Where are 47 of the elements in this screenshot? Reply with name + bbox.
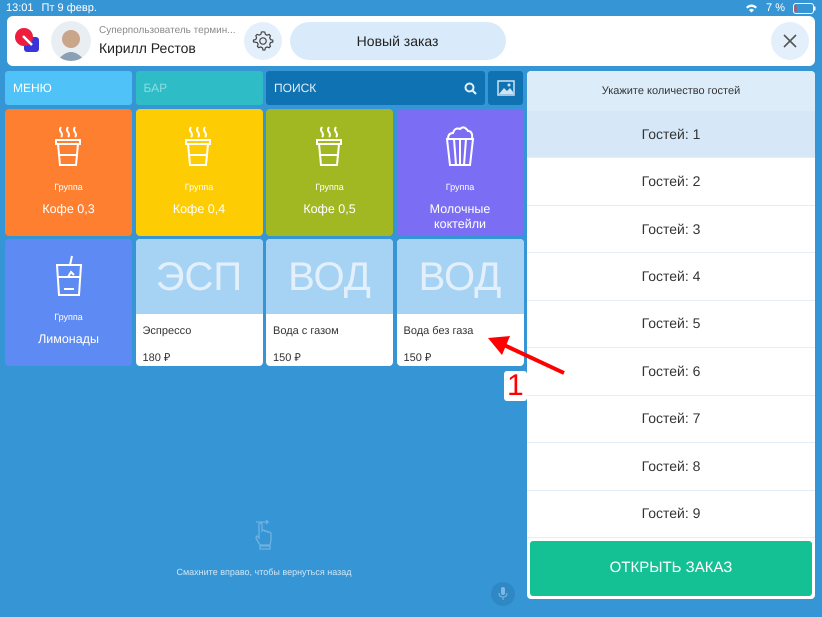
image-toggle-button[interactable]: [488, 71, 523, 105]
group-name: Кофе 0,3: [41, 202, 96, 218]
product-tile[interactable]: ВОД Вода с газом 150 ₽: [266, 239, 393, 366]
settings-icon: [252, 30, 274, 52]
group-name: Кофе 0,4: [172, 202, 226, 218]
product-name: Вода с газом: [273, 324, 340, 339]
close-button[interactable]: [771, 22, 809, 60]
user-name: Кирилл Рестов: [99, 39, 197, 58]
battery-percent: 7 %: [766, 0, 785, 16]
product-tile[interactable]: ВОД Вода без газа 150 ₽: [396, 239, 524, 366]
settings-button[interactable]: [244, 22, 282, 60]
search-field[interactable]: ПОИСК: [266, 71, 484, 105]
guest-panel-title: Укажите количество гостей: [602, 84, 740, 99]
user-avatar: [51, 21, 91, 61]
group-tile[interactable]: Группа Молочные коктейли: [396, 109, 524, 236]
product-name: Эспрессо: [142, 324, 192, 339]
group-caption: Группа: [54, 181, 83, 194]
product-tile[interactable]: ЭСП Эспрессо 180 ₽: [136, 239, 262, 366]
swipe-hand-icon: [254, 520, 274, 550]
annotation-number: 1: [504, 371, 527, 401]
group-caption: Группа: [446, 181, 474, 194]
group-name: Лимонады: [37, 332, 100, 348]
group-caption: Группа: [184, 181, 214, 194]
search-icon: [464, 82, 476, 95]
new-order-button[interactable]: Новый заказ: [290, 22, 506, 60]
battery-icon: [793, 2, 816, 14]
product-price: 180 ₽: [142, 350, 171, 366]
group-name: Кофе 0,5: [302, 202, 357, 218]
product-price: 150 ₽: [404, 350, 432, 366]
product-name: Вода без газа: [404, 324, 474, 339]
product-abbreviation: ВОД: [266, 239, 393, 314]
image-icon: [496, 80, 514, 96]
user-role: Суперпользователь термин...: [99, 24, 236, 38]
status-date: Пт 9 февр.: [42, 0, 97, 16]
wifi-icon: [745, 3, 758, 13]
status-time: 13:01: [6, 0, 34, 16]
group-caption: Группа: [315, 181, 344, 194]
swipe-hint: Смахните вправо, чтобы вернуться назад: [176, 566, 352, 579]
group-name: Молочные коктейли: [428, 202, 492, 233]
product-abbreviation: ЭСП: [136, 239, 262, 314]
product-abbreviation: ВОД: [396, 239, 524, 314]
popcorn-bucket-icon: [443, 125, 477, 167]
close-icon: [783, 34, 797, 48]
microphone-icon: [498, 586, 508, 600]
product-price: 150 ₽: [273, 350, 302, 366]
guest-count-option[interactable]: Гостей: 1: [527, 110, 815, 158]
group-caption: Группа: [54, 311, 83, 324]
